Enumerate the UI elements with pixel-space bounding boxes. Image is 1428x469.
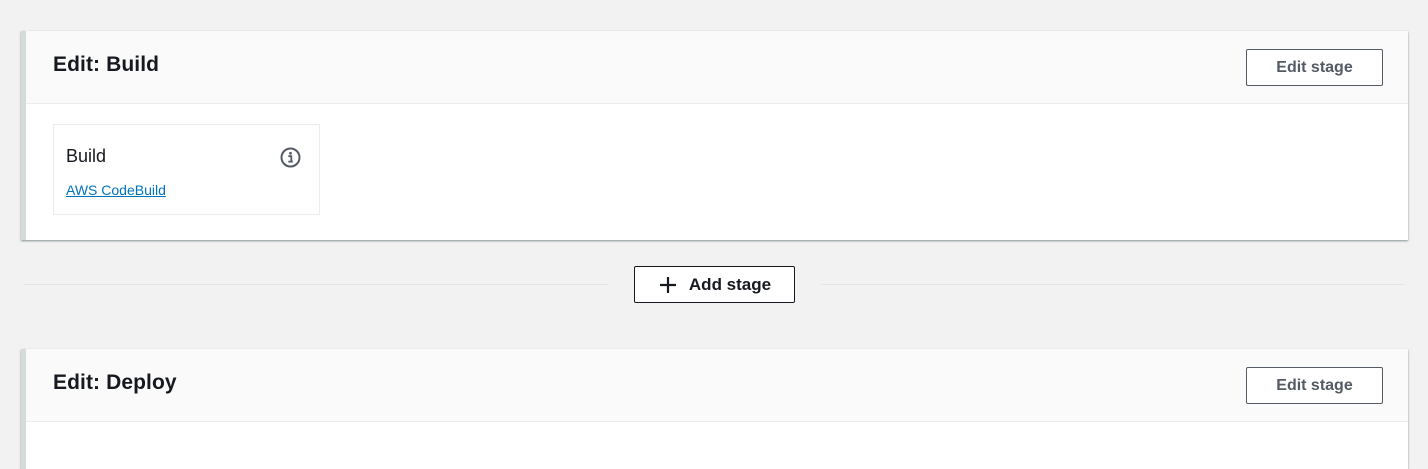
stage-title: Edit: Build [53, 53, 160, 76]
stage-card-deploy: Edit: Deploy Edit stage [21, 349, 1408, 469]
add-stage-label: Add stage [688, 274, 772, 294]
stage-header: Edit: Build Edit stage [26, 31, 1408, 104]
edit-stage-button[interactable]: Edit stage [1246, 49, 1383, 86]
action-card-build[interactable]: Build AWS CodeBuild [53, 124, 320, 215]
action-name: Build [66, 146, 107, 166]
divider-left [24, 284, 608, 285]
stage-title: Edit: Deploy [53, 371, 177, 394]
divider-right [821, 284, 1405, 285]
add-stage-button[interactable]: Add stage [634, 266, 795, 303]
action-provider-link[interactable]: AWS CodeBuild [66, 182, 166, 198]
edit-stage-button[interactable]: Edit stage [1246, 367, 1383, 404]
stage-header: Edit: Deploy Edit stage [26, 349, 1408, 422]
stage-card-build: Edit: Build Edit stage Build AWS CodeBui… [21, 31, 1408, 240]
plus-icon [659, 276, 676, 293]
info-icon[interactable] [280, 147, 301, 168]
